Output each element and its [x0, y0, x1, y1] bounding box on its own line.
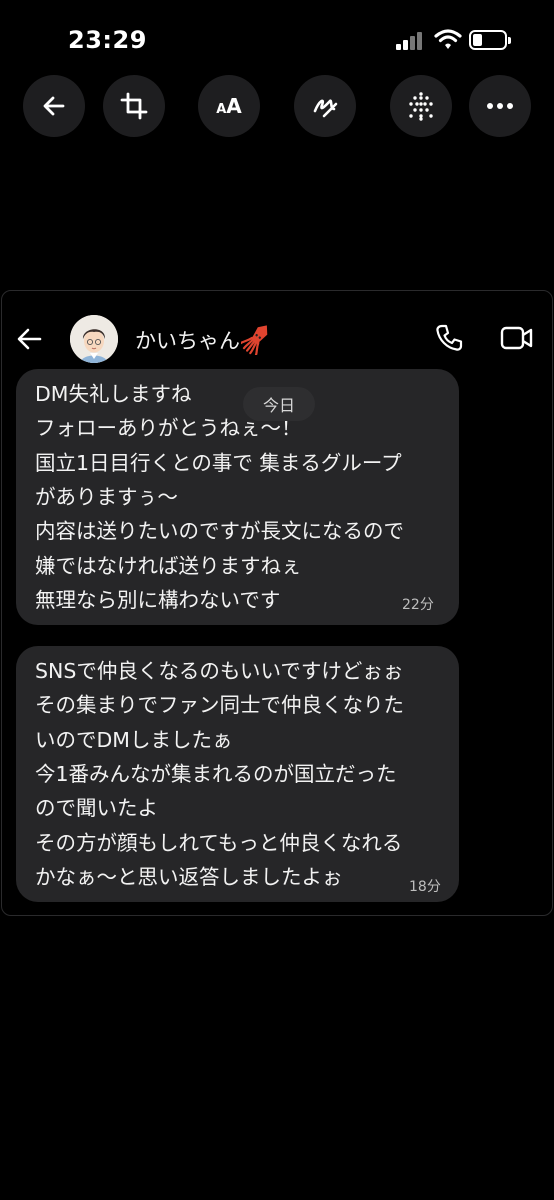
- message-text-line: その集まりでファン同士で仲良くなりた: [35, 693, 404, 718]
- text-tool-button[interactable]: AA: [198, 75, 260, 137]
- text-size-big-glyph: A: [226, 94, 242, 118]
- chat-screenshot: かいちゃん DM失礼しますね フォローありがとうねぇ〜！ 国立1日目行くとの事で 集…: [1, 290, 553, 916]
- contact-name[interactable]: かいちゃん: [135, 325, 240, 355]
- message-text-line: 嫌ではなければ送りますねぇ: [35, 553, 302, 578]
- cellular-signal-icon: [396, 30, 426, 50]
- message-text-line: 国立1日目行くとの事で 集まるグループ: [35, 450, 402, 475]
- message-text-line: その方が顔もしれてもっと仲良くなれる: [35, 830, 403, 855]
- phone-icon[interactable]: [434, 323, 464, 353]
- video-call-icon[interactable]: [500, 325, 534, 351]
- message-text-line: ので聞いたよ: [35, 796, 158, 821]
- draw-icon: [313, 99, 338, 118]
- back-arrow-icon: [43, 96, 65, 116]
- status-time: 23:29: [68, 26, 147, 54]
- message-text-line: 無理なら別に構わないです: [35, 587, 281, 612]
- message-timestamp: 22分: [402, 597, 434, 613]
- message-bubble[interactable]: DM失礼しますね フォローありがとうねぇ〜！ 国立1日目行くとの事で 集まるグループ…: [16, 369, 459, 625]
- sticker-button[interactable]: [390, 75, 452, 137]
- avatar[interactable]: [70, 315, 118, 363]
- text-size-icon: AA: [216, 94, 242, 118]
- avatar-illustration: [70, 315, 118, 363]
- squid-emoji-icon: [241, 325, 268, 355]
- more-button[interactable]: [469, 75, 531, 137]
- message-text-line: がありますぅ〜: [35, 484, 178, 509]
- message-text-line: SNSで仲良くなるのもいいですけどぉぉ: [35, 659, 404, 683]
- draw-button[interactable]: [294, 75, 356, 137]
- battery-icon: [469, 30, 511, 50]
- crop-icon: [120, 92, 148, 120]
- more-icon: [487, 103, 513, 109]
- message-text-line: かなぁ〜と思い返答しましたよぉ: [35, 864, 343, 889]
- message-timestamp: 18分: [409, 879, 441, 895]
- chat-back-icon[interactable]: [16, 327, 42, 351]
- chat-header: かいちゃん: [2, 311, 552, 367]
- crop-button[interactable]: [103, 75, 165, 137]
- message-bubble[interactable]: SNSで仲良くなるのもいいですけどぉぉ その集まりでファン同士で仲良くなりた いので…: [16, 646, 459, 902]
- sticker-grid-icon: [409, 92, 433, 121]
- status-bar: 23:29: [0, 0, 554, 80]
- wifi-icon: [434, 29, 462, 49]
- text-size-small-glyph: A: [216, 102, 227, 117]
- back-button[interactable]: [23, 75, 85, 137]
- message-text-line: 内容は送りたいのですが長文になるので: [35, 519, 404, 544]
- message-text-line: DM失礼しますね: [35, 382, 192, 406]
- date-divider: 今日: [243, 387, 315, 421]
- message-text-line: いのでDMしましたぁ: [35, 727, 233, 752]
- message-text-line: 今1番みんなが集まれるのが国立だった: [35, 761, 397, 786]
